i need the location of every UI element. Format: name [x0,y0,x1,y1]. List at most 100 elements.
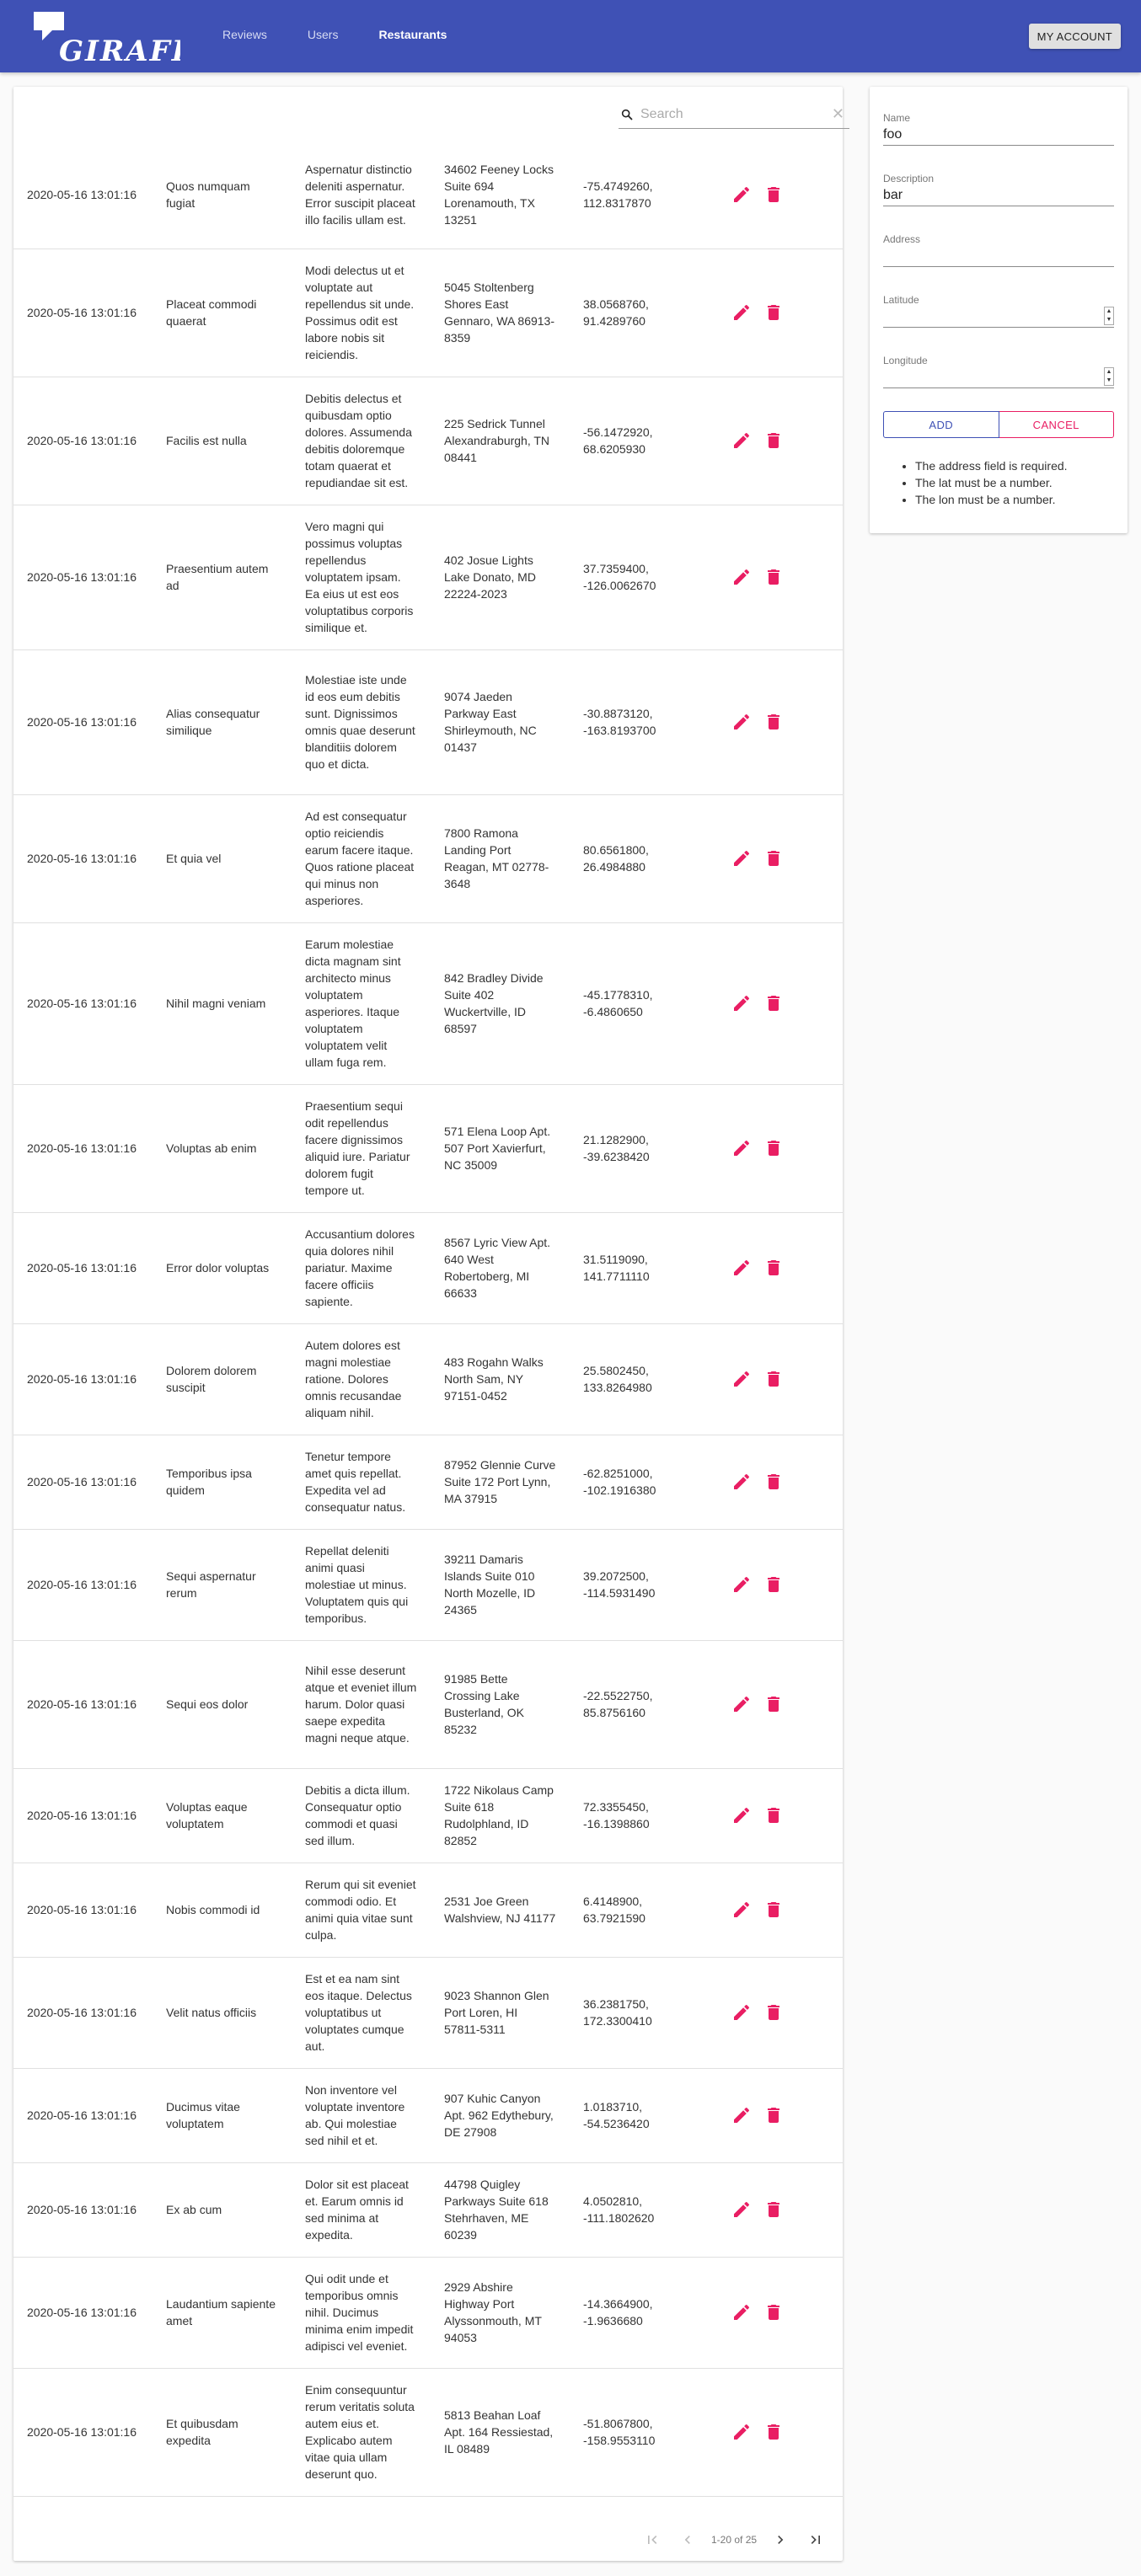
row-name: Placeat commodi quaerat [166,297,257,328]
row-name: Voluptas ab enim [166,1141,257,1155]
restaurants-table: 2020-05-16 13:01:16 Quos numquam fugiat As… [13,141,843,2497]
edit-icon[interactable] [731,2422,752,2442]
row-date: 2020-05-16 13:01:16 [27,1141,137,1155]
cancel-button[interactable]: CANCEL [999,411,1114,438]
nav-users[interactable]: Users [308,28,339,41]
delete-icon[interactable] [763,1369,784,1389]
clear-search-icon[interactable]: ✕ [832,105,844,122]
description-input[interactable] [883,187,1094,204]
edit-icon[interactable] [731,848,752,868]
table-row: 2020-05-16 13:01:16 Voluptas ab enim Praes… [13,1084,843,1212]
row-address: 402 Josue Lights Lake Donato, MD 22224-2… [444,553,536,601]
edit-icon[interactable] [731,1694,752,1714]
edit-icon[interactable] [731,184,752,205]
table-row: 2020-05-16 13:01:16 Placeat commodi quaer… [13,249,843,377]
delete-icon[interactable] [763,430,784,451]
delete-icon[interactable] [763,712,784,732]
latitude-stepper[interactable]: ▲ ▼ [1104,307,1114,325]
row-name: Temporibus ipsa quidem [166,1467,252,1497]
edit-icon[interactable] [731,993,752,1013]
search-input[interactable] [640,105,809,124]
row-date: 2020-05-16 13:01:16 [27,852,137,865]
row-actions [718,1435,843,1529]
edit-icon[interactable] [731,712,752,732]
delete-icon[interactable] [763,848,784,868]
edit-icon[interactable] [731,1805,752,1825]
row-address: 9074 Jaeden Parkway East Shirleymouth, N… [444,690,537,754]
delete-icon[interactable] [763,2105,784,2125]
table-row: 2020-05-16 13:01:16 Error dolor voluptas A… [13,1212,843,1323]
edit-icon[interactable] [731,2105,752,2125]
edit-icon[interactable] [731,1138,752,1158]
row-coordinates: -14.3664900, -1.9636680 [583,2297,653,2327]
row-address: 2929 Abshire Highway Port Alyssonmouth, … [444,2280,542,2344]
row-description: Nihil esse deserunt atque et eveniet ill… [305,1664,417,1745]
delete-icon[interactable] [763,1574,784,1595]
delete-icon[interactable] [763,184,784,205]
row-name: Nobis commodi id [166,1903,260,1916]
delete-icon[interactable] [763,1472,784,1492]
delete-icon[interactable] [763,2422,784,2442]
last-page-icon[interactable] [807,2531,824,2548]
edit-icon[interactable] [731,1574,752,1595]
row-name: Quos numquam fugiat [166,179,250,210]
latitude-input[interactable] [883,308,1094,325]
edit-icon[interactable] [731,1258,752,1278]
row-address: 2531 Joe Green Walshview, NJ 41177 [444,1895,556,1925]
delete-icon[interactable] [763,2302,784,2322]
name-field: Name [883,112,1114,146]
edit-icon[interactable] [731,1369,752,1389]
validation-errors: The address field is required. The lat m… [915,457,1068,508]
delete-icon[interactable] [763,2002,784,2023]
add-button[interactable]: ADD [883,411,999,438]
longitude-stepper[interactable]: ▲ ▼ [1104,367,1114,386]
row-description: Aspernatur distinctio deleniti aspernatu… [305,162,415,227]
row-address: 907 Kuhic Canyon Apt. 962 Edythebury, DE… [444,2092,554,2139]
row-name: Sequi aspernatur rerum [166,1569,256,1600]
nav-reviews[interactable]: Reviews [222,28,267,41]
row-description: Debitis a dicta illum. Consequatur optio… [305,1783,410,1847]
name-input[interactable] [883,126,1094,143]
edit-icon[interactable] [731,1472,752,1492]
edit-icon[interactable] [731,2302,752,2322]
row-address: 571 Elena Loop Apt. 507 Port Xavierfurt,… [444,1125,551,1172]
latitude-label: Latitude [883,294,919,306]
row-coordinates: 25.5802450, 133.8264980 [583,1364,652,1394]
row-actions [718,649,843,794]
row-address: 34602 Feeney Locks Suite 694 Lorenamouth… [444,162,554,227]
row-date: 2020-05-16 13:01:16 [27,2203,137,2216]
first-page-icon[interactable] [644,2531,661,2548]
restaurant-form-panel: Name Description Address Latitude ▲▼ Lon… [870,87,1128,533]
table-row: 2020-05-16 13:01:16 Nobis commodi id Rerum… [13,1863,843,1957]
edit-icon[interactable] [731,302,752,323]
delete-icon[interactable] [763,1805,784,1825]
row-description: Autem dolores est magni molestiae ration… [305,1339,402,1419]
name-label: Name [883,112,911,124]
svg-text:GIRAFFE: GIRAFFE [59,35,180,67]
delete-icon[interactable] [763,1900,784,1920]
delete-icon[interactable] [763,2199,784,2220]
edit-icon[interactable] [731,2002,752,2023]
giraffe-logo[interactable]: GIRAFFE [27,7,180,67]
edit-icon[interactable] [731,1900,752,1920]
my-account-button[interactable]: MY ACCOUNT [1028,24,1121,49]
longitude-input[interactable] [883,369,1094,386]
delete-icon[interactable] [763,567,784,587]
address-input[interactable] [883,248,1094,265]
edit-icon[interactable] [731,430,752,451]
row-description: Enim consequuntur rerum veritatis soluta… [305,2383,415,2481]
table-row: 2020-05-16 13:01:16 Nihil magni veniam Ear… [13,922,843,1084]
edit-icon[interactable] [731,2199,752,2220]
delete-icon[interactable] [763,1694,784,1714]
previous-page-icon[interactable] [679,2531,696,2548]
row-description: Tenetur tempore amet quis repellat. Expe… [305,1450,406,1514]
delete-icon[interactable] [763,302,784,323]
nav-restaurants[interactable]: Restaurants [378,28,447,41]
delete-icon[interactable] [763,1258,784,1278]
edit-icon[interactable] [731,567,752,587]
delete-icon[interactable] [763,993,784,1013]
row-actions [718,1212,843,1323]
table-row: 2020-05-16 13:01:16 Praesentium autem ad V… [13,505,843,649]
delete-icon[interactable] [763,1138,784,1158]
next-page-icon[interactable] [772,2531,789,2548]
